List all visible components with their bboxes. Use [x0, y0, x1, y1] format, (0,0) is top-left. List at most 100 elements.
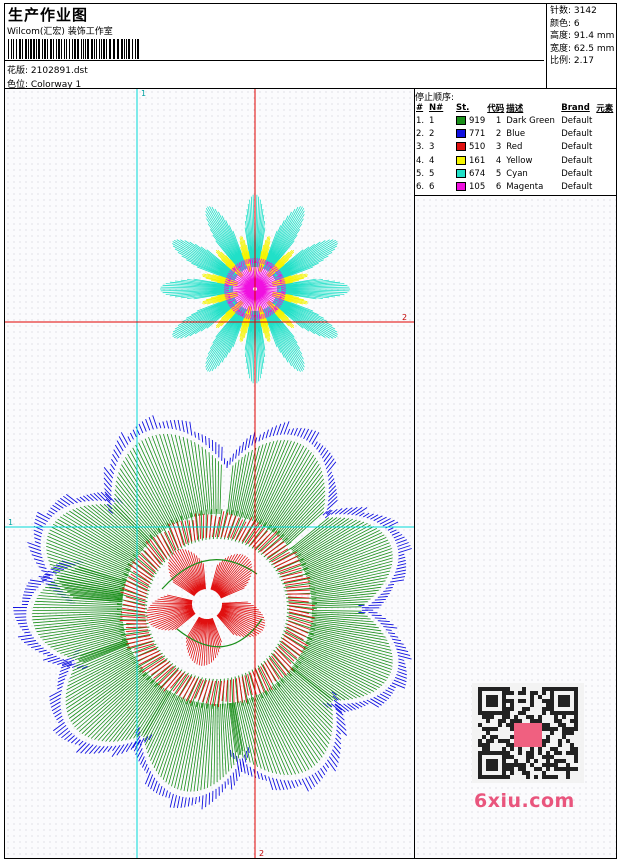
qr-module [558, 719, 562, 723]
barcode-bar [101, 39, 102, 59]
qr-module [482, 715, 486, 719]
barcode-bar [19, 39, 21, 59]
qr-module [526, 751, 530, 755]
qr-module [554, 767, 558, 771]
table-row[interactable]: 4. 4 161 4 Yellow Default [415, 154, 616, 167]
qr-module [558, 743, 562, 747]
qr-module [538, 747, 542, 751]
barcode-bar [56, 39, 57, 59]
qr-module [566, 767, 570, 771]
qr-module [546, 759, 550, 763]
barcode-bar [74, 39, 76, 59]
barcode-bar [28, 39, 29, 59]
header: 生产作业图 Wilcom(汇宏) 装饰工作室 花版: 2102891.dst 色… [4, 3, 617, 90]
barcode-bar [121, 39, 123, 59]
qr-module [542, 775, 546, 779]
cell-element [595, 154, 616, 167]
qr-module [490, 727, 494, 731]
table-row[interactable]: 3. 3 510 3 Red Default [415, 141, 616, 154]
barcode-bar [72, 39, 73, 59]
qr-module [522, 771, 526, 775]
barcode-bar [96, 39, 97, 59]
barcode-bar [8, 39, 9, 59]
cell-needle: 5 [429, 168, 435, 179]
stop-sequence-box: 停止顺序: # N# St. 代码 描述 Brand 元素 1. 1 919 1 Dar… [415, 89, 616, 196]
table-row[interactable]: 6. 6 105 6 Magenta Default [415, 180, 616, 193]
qr-module [506, 715, 510, 719]
cell-stitch: 771 [455, 127, 486, 140]
stitch-code: 161 [469, 155, 486, 166]
barcode-bar [13, 39, 14, 59]
qr-module [506, 743, 510, 747]
qr-module [478, 739, 482, 743]
qr-module [522, 699, 526, 703]
stop-sequence-table: # N# St. 代码 描述 Brand 元素 1. 1 919 1 Dark Gree… [415, 101, 616, 194]
stitch-code: 510 [469, 142, 486, 153]
qr-module [510, 771, 514, 775]
qr-module [534, 759, 538, 763]
table-row[interactable]: 1. 1 919 1 Dark Green Default [415, 114, 616, 127]
barcode-bar [94, 39, 95, 59]
barcode-bar [124, 39, 125, 59]
qr-module [554, 751, 558, 755]
qr-module [570, 727, 574, 731]
qr-module [546, 699, 550, 703]
cell-brand: Default [561, 142, 593, 153]
qr-module [538, 767, 542, 771]
qr-module [518, 711, 522, 715]
cell-index: 1. [416, 115, 425, 126]
qr-module [510, 719, 514, 723]
barcode-bar [109, 39, 111, 59]
cell-element [595, 114, 616, 127]
qr-module [538, 719, 542, 723]
qr-module [486, 719, 490, 723]
design-canvas[interactable]: 1 2 1 2 [5, 89, 414, 858]
qr-module [574, 751, 578, 755]
cell-description: Blue [506, 128, 526, 139]
qr-module [502, 715, 506, 719]
cell-element [595, 141, 616, 154]
qr-module [510, 767, 514, 771]
qr-module [566, 751, 570, 755]
qr-module [514, 759, 518, 763]
stitch-code: 105 [469, 182, 486, 193]
stat-colors: 颜色: 6 [550, 18, 580, 29]
qr-module [502, 719, 506, 723]
qr-module [546, 775, 550, 779]
stitch-code: 771 [469, 128, 486, 139]
color-swatch [456, 142, 466, 152]
qr-module [558, 751, 562, 755]
barcode-bar [61, 39, 62, 59]
qr-module [526, 755, 530, 759]
barcode-bar [106, 39, 107, 59]
table-row[interactable]: 2. 2 771 2 Blue Default [415, 127, 616, 140]
barcode-bar [25, 39, 27, 59]
qr-module [522, 711, 526, 715]
qr-module [554, 747, 558, 751]
table-row[interactable]: 5. 5 674 5 Cyan Default [415, 167, 616, 180]
qr-module [514, 719, 518, 723]
qr-module [562, 723, 566, 727]
qr-module [522, 707, 526, 711]
embroidery-design: 1 2 1 2 [5, 89, 414, 858]
qr-module [498, 719, 502, 723]
cell-index: 2. [416, 128, 425, 139]
cell-description: Dark Green [506, 115, 555, 126]
barcode-bar [117, 39, 119, 59]
qr-module [486, 731, 490, 735]
qr-module [570, 731, 574, 735]
qr-module [554, 727, 558, 731]
qr-module [514, 763, 518, 767]
qr-module [482, 727, 486, 731]
barcode-bar [36, 39, 37, 59]
qr-module [542, 743, 546, 747]
qr-module [506, 767, 510, 771]
qr-module [534, 719, 538, 723]
qr-module [518, 691, 522, 695]
barcode-bar [66, 39, 67, 59]
qr-module [570, 747, 574, 751]
qr-module [490, 739, 494, 743]
qr-module [542, 687, 546, 691]
guide-label-h2: 2 [402, 313, 407, 322]
barcode-bar [103, 39, 105, 59]
